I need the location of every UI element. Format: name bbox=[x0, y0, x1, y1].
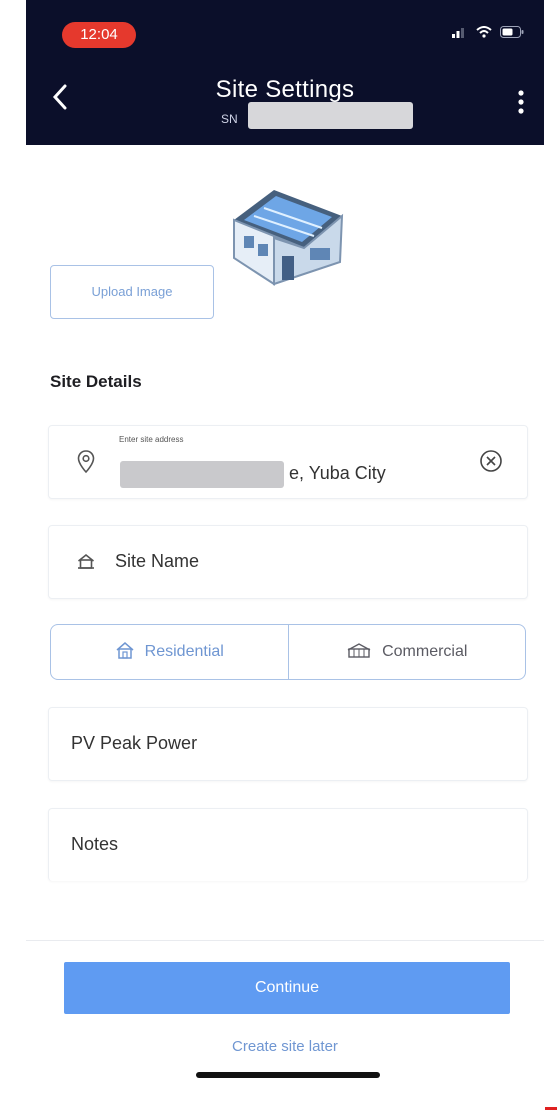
location-pin-icon bbox=[77, 450, 95, 479]
residential-label: Residential bbox=[144, 643, 224, 660]
home-indicator bbox=[196, 1072, 380, 1078]
header-bar: 12:04 Site Settings SN bbox=[26, 0, 544, 145]
site-type-toggle: Residential Commercial bbox=[50, 624, 526, 680]
pv-peak-power-placeholder: PV Peak Power bbox=[71, 733, 198, 753]
redacted-serial-number bbox=[248, 102, 413, 129]
page-title: Site Settings bbox=[215, 76, 355, 103]
site-name-field[interactable]: Site Name bbox=[48, 525, 528, 599]
address-value: e, Yuba City bbox=[289, 463, 386, 483]
residential-option[interactable]: Residential bbox=[51, 625, 288, 679]
serial-number-label: SN bbox=[221, 112, 238, 126]
app-screen: 12:04 Site Settings SN Upload Image Site… bbox=[26, 0, 544, 1088]
pv-peak-power-field[interactable]: PV Peak Power bbox=[48, 707, 528, 781]
battery-icon bbox=[500, 25, 524, 43]
notes-placeholder: Notes bbox=[71, 834, 119, 854]
redacted-address bbox=[120, 461, 284, 488]
continue-button[interactable]: Continue bbox=[64, 962, 510, 1014]
more-options-icon[interactable] bbox=[518, 90, 524, 119]
signal-icon bbox=[452, 25, 468, 43]
home-icon bbox=[77, 553, 95, 574]
clear-icon[interactable] bbox=[479, 449, 503, 478]
upload-image-button[interactable]: Upload Image bbox=[50, 265, 214, 319]
notes-field[interactable]: Notes bbox=[48, 808, 528, 881]
status-time: 12:04 bbox=[62, 22, 136, 48]
commercial-option[interactable]: Commercial bbox=[287, 625, 526, 679]
footer-divider bbox=[26, 940, 544, 941]
edge-mark bbox=[545, 1107, 557, 1110]
residential-icon bbox=[115, 641, 135, 664]
status-icons bbox=[452, 25, 524, 43]
wifi-icon bbox=[476, 25, 492, 43]
address-floating-label: Enter site address bbox=[119, 435, 184, 444]
commercial-label: Commercial bbox=[382, 643, 468, 660]
house-illustration bbox=[214, 180, 364, 297]
section-title: Site Details bbox=[50, 372, 142, 391]
site-name-placeholder: Site Name bbox=[115, 551, 200, 571]
create-site-later-link[interactable]: Create site later bbox=[26, 1038, 544, 1055]
commercial-icon bbox=[346, 642, 372, 663]
